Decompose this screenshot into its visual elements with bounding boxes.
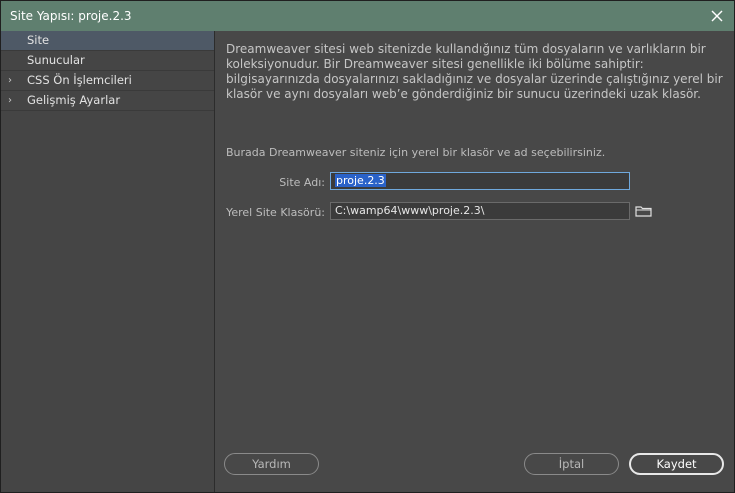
title-bar: Site Yapısı: proje.2.3 <box>1 1 734 31</box>
sidebar-item-label: Site <box>27 33 50 47</box>
save-button[interactable]: Kaydet <box>629 453 724 475</box>
site-setup-dialog: Site Yapısı: proje.2.3 Site Sunucular › … <box>0 0 735 493</box>
sidebar-item-css-preprocessors[interactable]: › CSS Ön İşlemcileri <box>1 71 214 91</box>
browse-folder-button[interactable] <box>635 203 653 219</box>
folder-hint: Burada Dreamweaver siteniz için yerel bi… <box>226 146 606 159</box>
sidebar-item-label: Gelişmiş Ayarlar <box>27 93 121 107</box>
chevron-right-icon[interactable]: › <box>8 91 12 110</box>
cancel-button[interactable]: İptal <box>524 453 619 475</box>
category-sidebar: Site Sunucular › CSS Ön İşlemcileri › Ge… <box>1 31 215 492</box>
help-button[interactable]: Yardım <box>224 453 319 475</box>
sidebar-item-label: Sunucular <box>27 53 85 67</box>
sidebar-item-servers[interactable]: Sunucular <box>1 51 214 71</box>
close-button[interactable] <box>706 5 728 27</box>
local-folder-label: Yerel Site Klasörü: <box>226 206 325 219</box>
sidebar-item-site[interactable]: Site <box>1 31 214 51</box>
selected-text: proje.2.3 <box>335 174 386 187</box>
folder-icon <box>635 206 652 217</box>
description-line: koleksiyonudur. Bir Dreamweaver sitesi g… <box>226 57 644 71</box>
site-name-field[interactable]: proje.2.3 <box>330 172 630 190</box>
local-folder-value: C:\wamp64\www\proje.2.3\ <box>335 204 485 217</box>
sidebar-item-label: CSS Ön İşlemcileri <box>27 73 132 87</box>
description-line: bilgisayarınızda dosyalarınızı sakladığı… <box>226 72 723 86</box>
sidebar-item-advanced-settings[interactable]: › Gelişmiş Ayarlar <box>1 91 214 111</box>
site-description: Dreamweaver sitesi web sitenizde kulland… <box>226 42 724 102</box>
description-line: Dreamweaver sitesi web sitenizde kulland… <box>226 42 706 56</box>
close-icon <box>711 10 723 22</box>
site-name-label: Site Adı: <box>279 176 325 189</box>
window-title: Site Yapısı: proje.2.3 <box>10 9 132 23</box>
chevron-right-icon[interactable]: › <box>8 71 12 90</box>
site-settings-panel: Dreamweaver sitesi web sitenizde kulland… <box>215 31 734 492</box>
local-folder-field[interactable]: C:\wamp64\www\proje.2.3\ <box>330 202 630 220</box>
description-line: klasör ve aynı dosyaları web’e gönderdiğ… <box>226 87 701 101</box>
